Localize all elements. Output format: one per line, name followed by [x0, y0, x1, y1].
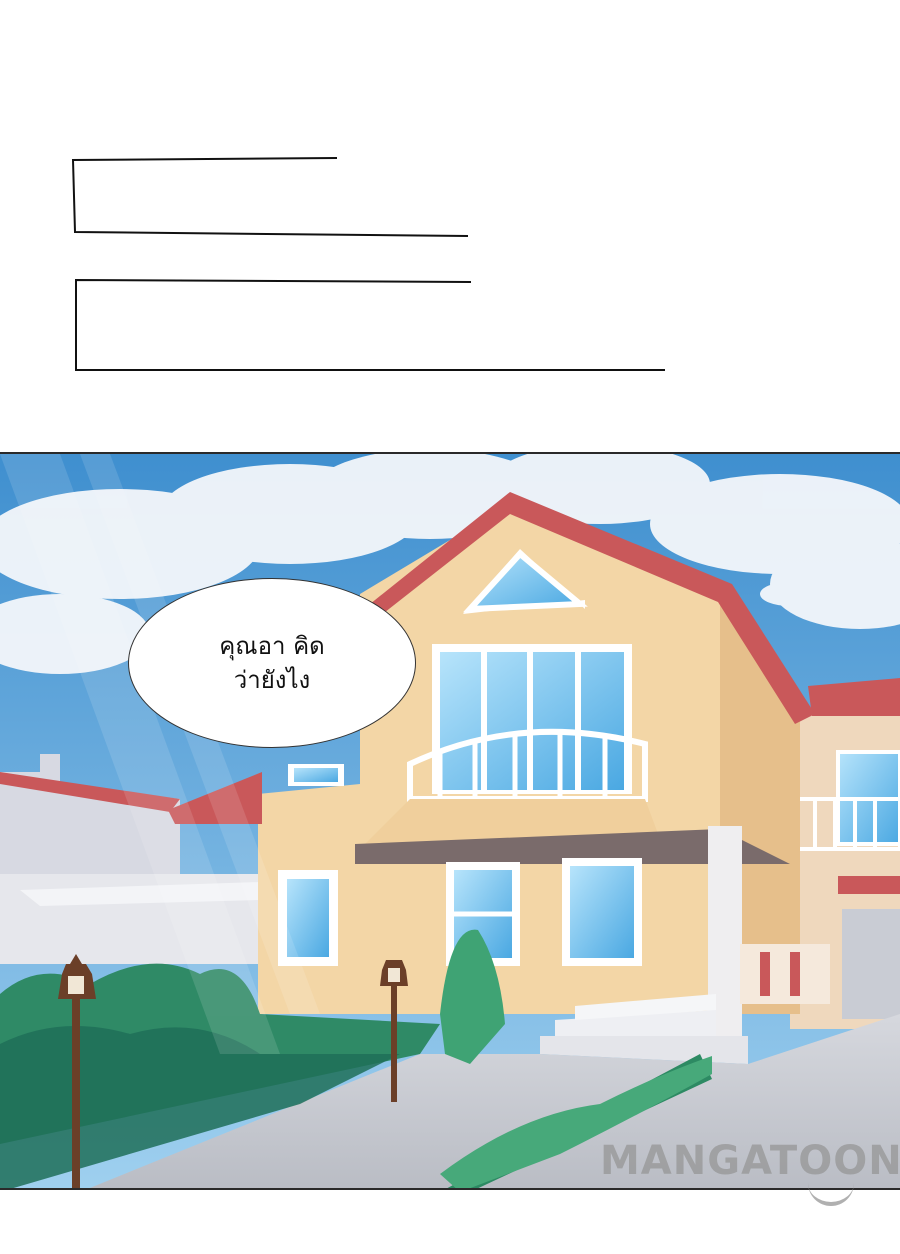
- speech-bubble-line-2: ว่ายังไง: [233, 666, 311, 694]
- frame-bottom: [75, 278, 665, 371]
- illustration-panel: [0, 452, 900, 1190]
- empty-panel-frames: [71, 157, 665, 371]
- frame-top: [71, 157, 469, 237]
- watermark-logo: MANGATOON: [600, 1138, 900, 1184]
- watermark-smile-icon: [808, 1182, 854, 1206]
- speech-bubble-line-1: คุณอา คิด: [219, 632, 325, 660]
- speech-bubble: คุณอา คิด ว่ายังไง: [128, 578, 416, 748]
- house-scene: [0, 454, 900, 1188]
